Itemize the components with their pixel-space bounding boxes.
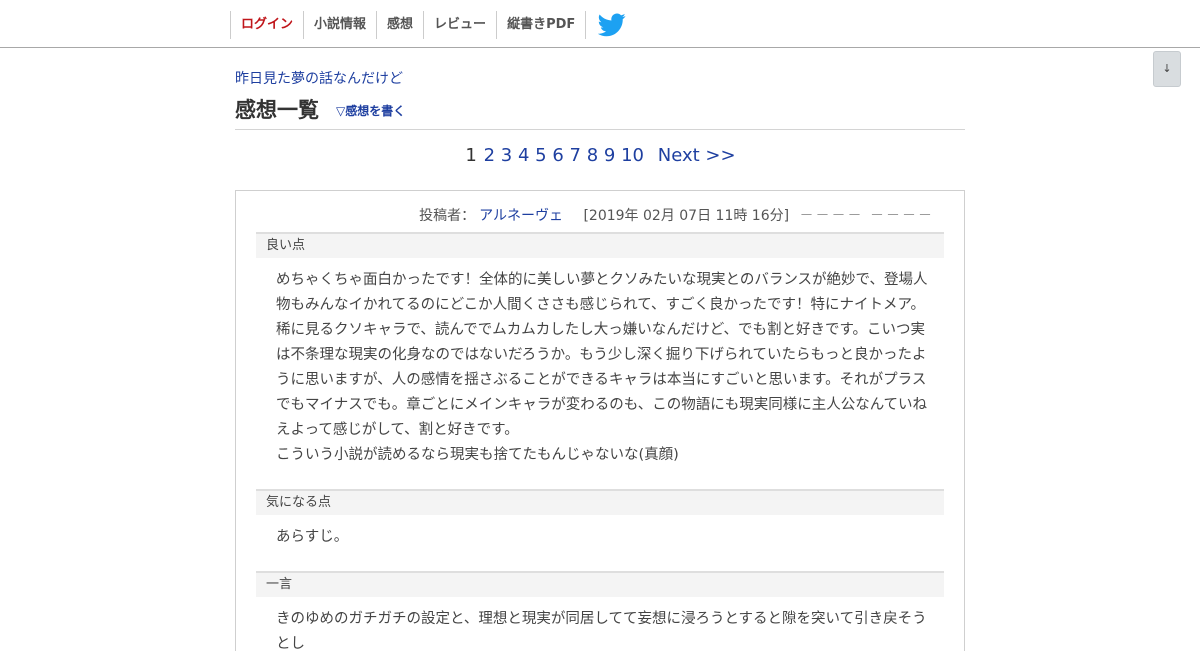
page-link-10[interactable]: 10 (621, 145, 644, 166)
page-link-6[interactable]: 6 (552, 145, 563, 166)
page-link-8[interactable]: 8 (587, 145, 598, 166)
section-heading-comment: 一言 (256, 571, 944, 597)
nav-impressions-link[interactable]: 感想 (376, 11, 423, 39)
post-date: [2019年 02月 07日 11時 16分] (583, 208, 790, 224)
page-link-3[interactable]: 3 (501, 145, 512, 166)
comment-paragraph: きのゆめのガチガチの設定と、理想と現実が同居してて妄想に浸ろうとすると隙を突いて… (276, 611, 927, 652)
main-nav: ログイン 小説情報 感想 レビュー 縦書きPDF (230, 11, 587, 39)
section-body-concerns: あらすじ。 (276, 525, 936, 550)
poster-name-link[interactable]: アルネーヴェ (479, 208, 563, 224)
page-number-current: 1 (465, 145, 477, 166)
poster-label: 投稿者： (419, 208, 476, 224)
section-heading-good-points: 良い点 (256, 232, 944, 258)
write-impression-link[interactable]: ▽感想を書く (336, 102, 405, 119)
novel-title-link[interactable]: 昨日見た夢の話なんだけど (235, 68, 403, 88)
section-body-good-points: めちゃくちゃ面白かったです！全体的に美しい夢とクソみたいな現実とのバランスが絶妙… (276, 268, 936, 468)
scroll-down-button[interactable]: ↓ (1153, 51, 1181, 87)
page-title: 感想一覧 (235, 98, 319, 122)
page-link-5[interactable]: 5 (535, 145, 546, 166)
review-card: 投稿者： アルネーヴェ [2019年 02月 07日 11時 16分] －－－－ … (235, 190, 965, 652)
page-link-4[interactable]: 4 (518, 145, 529, 166)
heading-divider (235, 129, 965, 130)
page-link-2[interactable]: 2 (484, 145, 495, 166)
nav-review-link[interactable]: レビュー (423, 11, 496, 39)
nav-novel-info-link[interactable]: 小説情報 (303, 11, 376, 39)
review-meta: 投稿者： アルネーヴェ [2019年 02月 07日 11時 16分] －－－－ … (419, 205, 934, 225)
good-points-paragraph: こういう小説が読めるなら現実も捨てたもんじゃないな(真顔) (276, 447, 679, 463)
section-body-comment: きのゆめのガチガチの設定と、理想と現実が同居してて妄想に浸ろうとすると隙を突いて… (276, 607, 936, 657)
nav-vertical-pdf-link[interactable]: 縦書きPDF (496, 11, 587, 39)
twitter-bird-icon[interactable] (597, 13, 626, 37)
section-heading-concerns: 気になる点 (256, 489, 944, 515)
pagination: 1 2 3 4 5 6 7 8 9 10 Next >> (235, 145, 965, 166)
nav-login-link[interactable]: ログイン (230, 11, 303, 39)
page-link-9[interactable]: 9 (604, 145, 615, 166)
top-navigation-bar: ログイン 小説情報 感想 レビュー 縦書きPDF (0, 0, 1200, 48)
page-link-7[interactable]: 7 (570, 145, 581, 166)
concerns-paragraph: あらすじ。 (276, 529, 349, 545)
next-page-link[interactable]: Next >> (658, 145, 736, 166)
post-dash: －－－－ －－－－ (799, 208, 934, 224)
good-points-paragraph: めちゃくちゃ面白かったです！全体的に美しい夢とクソみたいな現実とのバランスが絶妙… (276, 272, 928, 438)
